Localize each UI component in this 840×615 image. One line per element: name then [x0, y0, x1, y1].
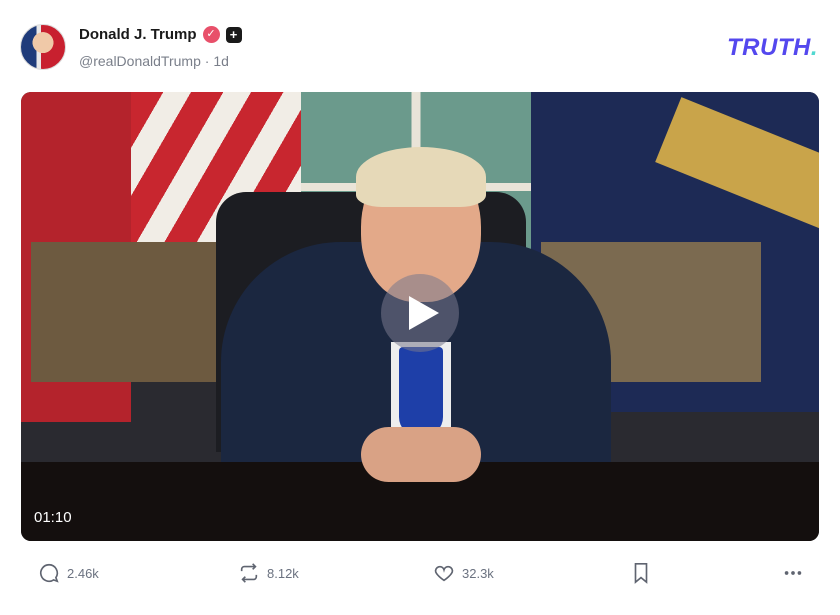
post-meta: @realDonaldTrump · 1d [79, 53, 229, 69]
truth-logo[interactable]: TRUTH. [727, 34, 818, 62]
brand-dot: . [810, 34, 818, 61]
post-age[interactable]: 1d [213, 53, 229, 69]
brand-name: TRUTH [727, 34, 811, 61]
retruth-icon [238, 562, 260, 584]
more-options-button[interactable] [782, 562, 804, 584]
video-duration: 01:10 [34, 509, 72, 526]
more-icon [782, 562, 804, 584]
retruth-count: 8.12k [267, 565, 299, 581]
name-row: Donald J. Trump ✓ + [79, 26, 242, 43]
avatar[interactable] [20, 24, 66, 70]
tie [399, 347, 443, 437]
like-button[interactable]: 32.3k [433, 562, 494, 584]
play-icon [409, 296, 439, 330]
post-header: Donald J. Trump ✓ + @realDonaldTrump · 1… [20, 24, 820, 74]
photo-frames-left [31, 242, 231, 382]
like-count: 32.3k [462, 565, 494, 581]
retruth-button[interactable]: 8.12k [238, 562, 299, 584]
reply-count: 2.46k [67, 565, 99, 581]
plus-badge-icon: + [225, 26, 242, 43]
reply-icon [38, 562, 60, 584]
bookmark-icon [631, 562, 651, 584]
reply-button[interactable]: 2.46k [38, 562, 99, 584]
bookmark-button[interactable] [631, 562, 651, 584]
display-name[interactable]: Donald J. Trump [79, 26, 197, 43]
handle[interactable]: @realDonaldTrump [79, 53, 201, 69]
action-bar: 2.46k 8.12k 32.3k [38, 562, 808, 590]
heart-icon [433, 562, 455, 584]
verified-badge-icon: ✓ [202, 26, 220, 43]
video-player[interactable]: 01:10 [21, 92, 819, 541]
hair [356, 147, 486, 207]
play-button[interactable] [381, 274, 459, 352]
hands [361, 427, 481, 482]
meta-separator: · [204, 53, 210, 69]
